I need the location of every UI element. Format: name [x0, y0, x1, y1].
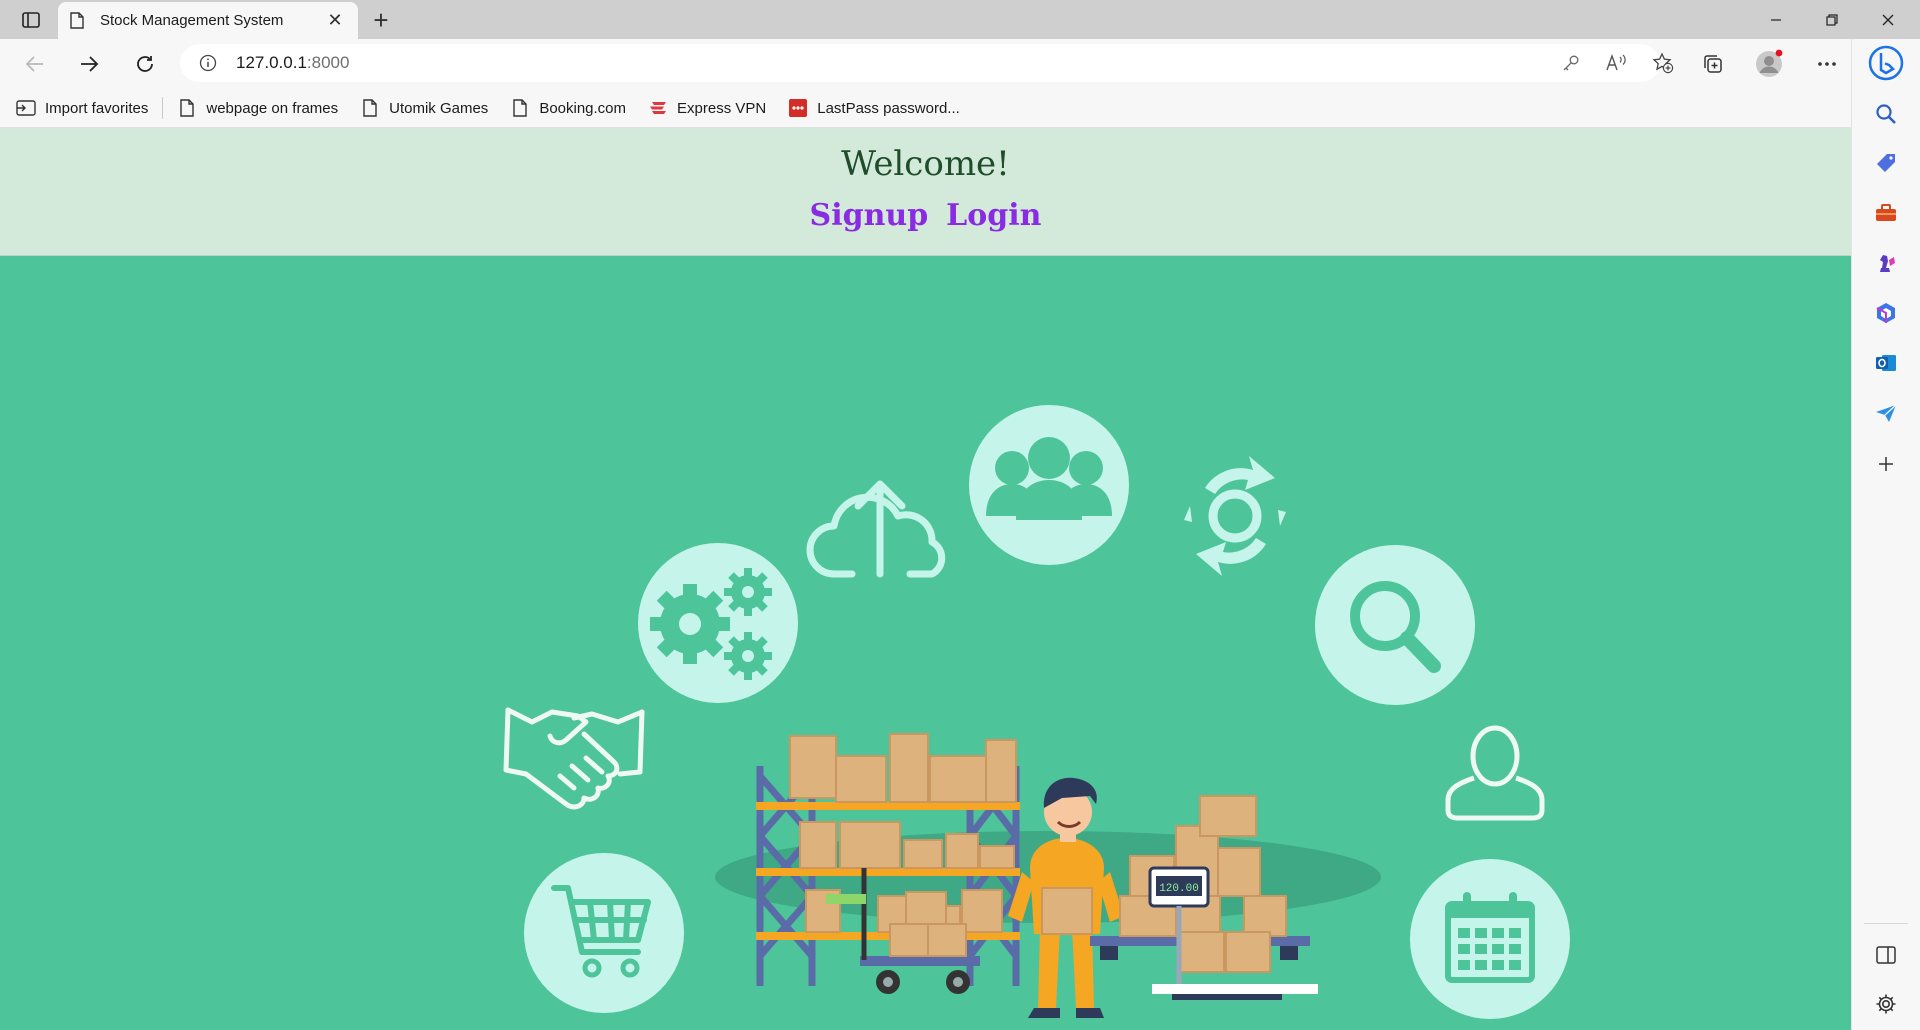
- favorite-label: Express VPN: [677, 99, 767, 117]
- user-outline-icon: [1445, 725, 1545, 821]
- close-icon: [1882, 14, 1894, 25]
- favorite-import[interactable]: Import favorites: [16, 98, 148, 118]
- signup-link[interactable]: Signup: [810, 198, 929, 233]
- plus-icon: [1879, 457, 1893, 471]
- navigation-bar: 127.0.0.1:8000: [0, 39, 1920, 89]
- minimize-icon: [1771, 18, 1781, 21]
- auth-links: Signup Login: [0, 198, 1851, 233]
- back-arrow-icon: [25, 56, 43, 72]
- favorite-lastpass[interactable]: LastPass password...: [788, 98, 960, 118]
- minimize-button[interactable]: [1748, 0, 1804, 39]
- key-icon[interactable]: [1554, 48, 1588, 78]
- url-port: :8000: [306, 53, 350, 72]
- gears-icon: [638, 543, 798, 703]
- sidebar-tools-button[interactable]: [1866, 193, 1906, 233]
- favorite-utomik-games[interactable]: Utomik Games: [360, 98, 488, 118]
- sidebar-office-button[interactable]: [1866, 293, 1906, 333]
- chess-piece-icon: [1880, 255, 1895, 272]
- favorite-label: Booking.com: [539, 99, 627, 117]
- refresh-cycle-icon: [1184, 456, 1286, 576]
- restore-button[interactable]: [1804, 0, 1860, 39]
- office-icon: [1876, 303, 1895, 323]
- tab-close-button[interactable]: ✕: [324, 10, 346, 32]
- magnifier-icon: [1315, 545, 1475, 705]
- shopping-tag-icon: [1877, 154, 1895, 172]
- shopping-cart-icon: [524, 853, 684, 1013]
- cloud-upload-icon: [806, 480, 946, 578]
- page-icon: [510, 98, 530, 118]
- warehouse-shelf: [756, 733, 1020, 986]
- pallet-with-scale: 120.00: [1090, 795, 1318, 1000]
- url-text[interactable]: 127.0.0.1:8000: [236, 53, 349, 73]
- sidebar-add-button[interactable]: [1866, 444, 1906, 484]
- new-tab-button[interactable]: +: [366, 5, 396, 35]
- import-icon: [16, 98, 36, 118]
- reload-icon: [137, 56, 153, 72]
- login-link[interactable]: Login: [946, 198, 1041, 233]
- page-header: Welcome! Signup Login: [0, 128, 1851, 256]
- page-icon: [177, 98, 197, 118]
- read-aloud-icon[interactable]: [1600, 48, 1634, 78]
- edge-sidebar: [1851, 39, 1920, 1030]
- avatar-icon: [1756, 49, 1783, 77]
- page-content: Welcome! Signup Login 120.00: [0, 128, 1851, 1030]
- gear-icon: [1876, 994, 1896, 1014]
- address-bar[interactable]: 127.0.0.1:8000: [180, 44, 1674, 82]
- close-window-button[interactable]: [1860, 0, 1916, 39]
- sidebar-drop-button[interactable]: [1866, 393, 1906, 433]
- collections-icon: [1704, 55, 1722, 73]
- page-icon: [360, 98, 380, 118]
- scale-display: 120.00: [1159, 883, 1199, 895]
- sidebar-panel-icon: [1876, 946, 1896, 964]
- favorites-bar: Import favorites webpage on frames Utomi…: [0, 89, 1851, 128]
- reload-button[interactable]: [127, 47, 163, 81]
- favorites-divider: [162, 97, 164, 119]
- url-host: 127.0.0.1: [236, 53, 307, 72]
- expressvpn-icon: [648, 98, 668, 118]
- sidebar-hide-button[interactable]: [1866, 935, 1906, 975]
- sidebar-search-button[interactable]: [1866, 94, 1906, 134]
- more-icon: [1818, 62, 1836, 66]
- title-bar: Stock Management System ✕ +: [0, 0, 1920, 39]
- tab-actions-button[interactable]: [14, 7, 48, 33]
- back-button[interactable]: [17, 47, 53, 81]
- sidebar-outlook-button[interactable]: [1866, 343, 1906, 383]
- restore-icon: [1826, 13, 1838, 26]
- forward-button[interactable]: [71, 47, 107, 81]
- people-icon: [969, 405, 1129, 565]
- favorite-booking[interactable]: Booking.com: [510, 98, 626, 118]
- search-icon: [1876, 104, 1896, 124]
- toolbox-icon: [1876, 204, 1896, 221]
- send-icon: [1876, 404, 1897, 422]
- add-favorite-icon[interactable]: [1646, 48, 1680, 78]
- sidebar-divider: [1864, 923, 1908, 924]
- bing-chat-button[interactable]: [1866, 43, 1906, 83]
- active-tab[interactable]: Stock Management System ✕: [58, 2, 358, 39]
- settings-more-button[interactable]: [1809, 47, 1845, 81]
- bing-icon: [1868, 45, 1904, 81]
- favorite-express-vpn[interactable]: Express VPN: [648, 98, 766, 118]
- favorite-label: webpage on frames: [206, 99, 339, 117]
- favorite-label: LastPass password...: [817, 99, 960, 117]
- warehouse-worker: [1008, 777, 1124, 1018]
- warehouse-illustration: 120.00: [503, 405, 1570, 1019]
- page-icon: [70, 12, 88, 30]
- sidebar-games-button[interactable]: [1866, 243, 1906, 283]
- forward-arrow-icon: [81, 56, 99, 72]
- tab-actions-icon: [22, 12, 40, 28]
- site-info-icon[interactable]: [198, 53, 218, 73]
- sidebar-shopping-button[interactable]: [1866, 143, 1906, 183]
- favorite-webpage-on-frames[interactable]: webpage on frames: [177, 98, 338, 118]
- collections-button[interactable]: [1695, 47, 1731, 81]
- favorite-label: Utomik Games: [389, 99, 489, 117]
- lastpass-icon: [788, 98, 808, 118]
- tab-title: Stock Management System: [100, 12, 284, 29]
- sidebar-settings-button[interactable]: [1866, 984, 1906, 1024]
- calendar-icon: [1410, 859, 1570, 1019]
- handshake-icon: [503, 707, 645, 810]
- welcome-heading: Welcome!: [841, 144, 1010, 184]
- favorite-label: Import favorites: [45, 99, 149, 117]
- profile-button[interactable]: [1751, 47, 1787, 81]
- outlook-icon: [1876, 355, 1896, 371]
